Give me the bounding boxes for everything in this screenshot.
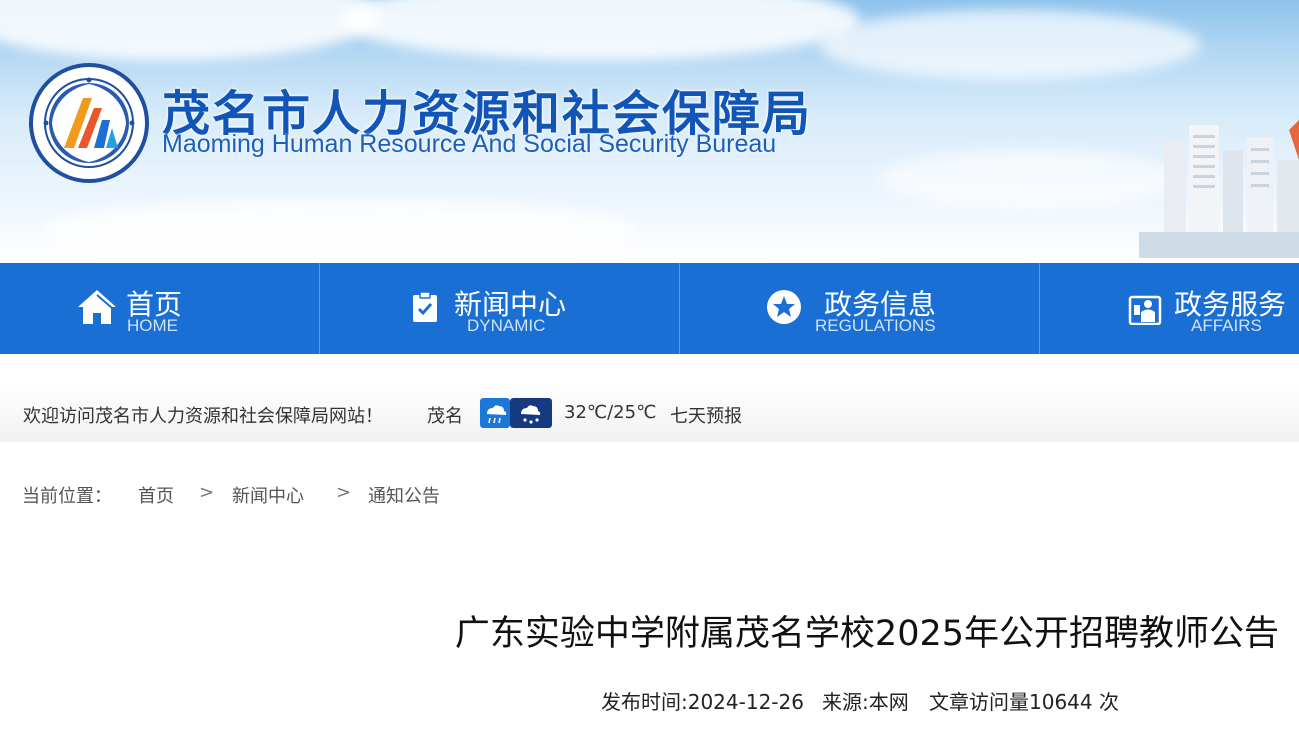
seven-day-forecast-link[interactable]: 七天预报 xyxy=(670,402,742,428)
bureau-emblem-icon xyxy=(29,63,149,183)
breadcrumb-separator: > xyxy=(199,482,215,503)
article-source: 来源:本网 xyxy=(822,690,909,714)
breadcrumb-home-link[interactable]: 首页 xyxy=(138,482,174,508)
nav-sublabel: AFFAIRS xyxy=(1191,316,1262,335)
cloud-decoration xyxy=(40,200,640,258)
cloud-decoration xyxy=(820,10,1200,80)
breadcrumb-separator: > xyxy=(336,482,352,503)
breadcrumb-news-link[interactable]: 新闻中心 xyxy=(232,482,304,508)
breadcrumb-notice-link[interactable]: 通知公告 xyxy=(368,482,440,508)
city-skyline-image xyxy=(1139,120,1299,258)
nav-item-news[interactable]: 新闻中心 DYNAMIC xyxy=(320,263,680,354)
nav-sublabel: DYNAMIC xyxy=(467,316,546,335)
cloud-decoration xyxy=(0,0,380,60)
nav-sublabel: REGULATIONS xyxy=(815,316,936,335)
welcome-message: 欢迎访问茂名市人力资源和社会保障局网站！ xyxy=(23,406,383,427)
breadcrumb-prefix: 当前位置： xyxy=(22,486,112,507)
star-circle-icon xyxy=(767,290,801,324)
nav-item-regulations[interactable]: 政务信息 REGULATIONS xyxy=(680,263,1040,354)
weather-city: 茂名 xyxy=(427,406,463,427)
cloud-decoration xyxy=(340,0,860,60)
welcome-bar: 欢迎访问茂名市人力资源和社会保障局网站！ 茂名 32℃/25℃ 七天预报 xyxy=(0,384,1299,442)
weather-temperature: 32℃/25℃ xyxy=(564,402,657,423)
article-publish-date: 发布时间:2024-12-26 xyxy=(601,690,804,714)
service-person-icon xyxy=(1128,295,1162,325)
nav-item-home[interactable]: 首页 HOME xyxy=(0,263,320,354)
rain-cloud-icon xyxy=(480,398,510,428)
nav-sublabel: HOME xyxy=(127,316,178,335)
nav-item-affairs[interactable]: 政务服务 AFFAIRS xyxy=(1040,263,1299,354)
article-title: 广东实验中学附属茂名学校2025年公开招聘教师公告 xyxy=(454,614,1279,654)
article-view-count: 文章访问量10644 次 xyxy=(929,690,1119,714)
home-icon xyxy=(78,290,116,324)
header-banner: 茂名市人力资源和社会保障局 Maoming Human Resource And… xyxy=(0,0,1299,258)
site-subtitle: Maoming Human Resource And Social Securi… xyxy=(162,130,777,158)
clipboard-check-icon xyxy=(413,291,437,322)
snow-cloud-icon xyxy=(510,398,552,428)
main-nav: 首页 HOME 新闻中心 DYNAMIC 政务信息 REGULATIONS 政务… xyxy=(0,263,1299,354)
cloud-decoration xyxy=(880,150,1180,210)
